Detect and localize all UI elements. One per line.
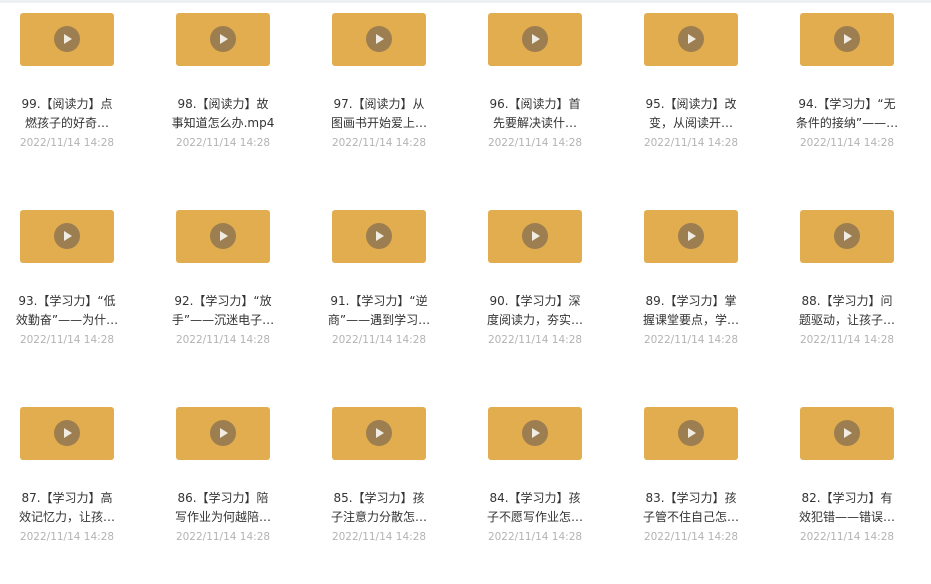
- file-name[interactable]: 93.【学习力】“低 效勤奋”——为什…: [0, 292, 134, 330]
- file-name[interactable]: 90.【学习力】深 度阅读力，夯实…: [468, 292, 602, 330]
- file-date: 2022/11/14 14:28: [19, 334, 115, 346]
- video-thumbnail[interactable]: [800, 210, 894, 263]
- file-date: 2022/11/14 14:28: [175, 334, 271, 346]
- video-file-item[interactable]: 96.【阅读力】首 先要解决读什… 2022/11/14 14:28: [468, 0, 624, 190]
- play-icon[interactable]: [678, 26, 704, 52]
- file-date: 2022/11/14 14:28: [487, 334, 583, 346]
- video-file-item[interactable]: 94.【学习力】“无 条件的接纳”——… 2022/11/14 14:28: [780, 0, 931, 190]
- file-grid: 99.【阅读力】点 燃孩子的好奇… 2022/11/14 14:28 98.【阅读力…: [0, 0, 931, 565]
- file-name[interactable]: 92.【学习力】“放 手”——沉迷电子…: [156, 292, 290, 330]
- video-thumbnail[interactable]: [488, 407, 582, 460]
- file-date: 2022/11/14 14:28: [175, 137, 271, 149]
- video-thumbnail[interactable]: [20, 13, 114, 66]
- play-icon[interactable]: [834, 420, 860, 446]
- video-file-item[interactable]: 95.【阅读力】改 变，从阅读开… 2022/11/14 14:28: [624, 0, 780, 190]
- video-thumbnail[interactable]: [332, 13, 426, 66]
- play-icon[interactable]: [54, 26, 80, 52]
- file-name[interactable]: 88.【学习力】问 题驱动，让孩子…: [780, 292, 914, 330]
- play-icon[interactable]: [834, 26, 860, 52]
- play-icon[interactable]: [366, 26, 392, 52]
- file-name[interactable]: 97.【阅读力】从 图画书开始爱上…: [312, 95, 446, 133]
- file-date: 2022/11/14 14:28: [19, 531, 115, 543]
- play-icon[interactable]: [54, 223, 80, 249]
- video-file-item[interactable]: 84.【学习力】孩 子不愿写作业怎… 2022/11/14 14:28: [468, 394, 624, 584]
- play-icon[interactable]: [210, 223, 236, 249]
- file-name[interactable]: 89.【学习力】掌 握课堂要点，学…: [624, 292, 758, 330]
- video-file-item[interactable]: 89.【学习力】掌 握课堂要点，学… 2022/11/14 14:28: [624, 197, 780, 387]
- file-date: 2022/11/14 14:28: [331, 137, 427, 149]
- play-icon[interactable]: [522, 223, 548, 249]
- file-name[interactable]: 82.【学习力】有 效犯错——错误…: [780, 489, 914, 527]
- video-thumbnail[interactable]: [488, 210, 582, 263]
- video-thumbnail[interactable]: [644, 407, 738, 460]
- play-icon[interactable]: [366, 420, 392, 446]
- video-file-item[interactable]: 90.【学习力】深 度阅读力，夯实… 2022/11/14 14:28: [468, 197, 624, 387]
- file-name[interactable]: 87.【学习力】高 效记忆力，让孩…: [0, 489, 134, 527]
- video-thumbnail[interactable]: [644, 210, 738, 263]
- video-file-item[interactable]: 98.【阅读力】故 事知道怎么办.mp4 2022/11/14 14:28: [156, 0, 312, 190]
- video-file-item[interactable]: 93.【学习力】“低 效勤奋”——为什… 2022/11/14 14:28: [0, 197, 156, 387]
- video-thumbnail[interactable]: [332, 210, 426, 263]
- video-file-item[interactable]: 88.【学习力】问 题驱动，让孩子… 2022/11/14 14:28: [780, 197, 931, 387]
- video-thumbnail[interactable]: [644, 13, 738, 66]
- file-date: 2022/11/14 14:28: [643, 531, 739, 543]
- video-thumbnail[interactable]: [176, 407, 270, 460]
- video-file-item[interactable]: 97.【阅读力】从 图画书开始爱上… 2022/11/14 14:28: [312, 0, 468, 190]
- file-date: 2022/11/14 14:28: [331, 531, 427, 543]
- file-name[interactable]: 91.【学习力】“逆 商”——遇到学习…: [312, 292, 446, 330]
- video-thumbnail[interactable]: [20, 210, 114, 263]
- play-icon[interactable]: [210, 420, 236, 446]
- video-file-item[interactable]: 85.【学习力】孩 子注意力分散怎… 2022/11/14 14:28: [312, 394, 468, 584]
- file-date: 2022/11/14 14:28: [331, 334, 427, 346]
- play-icon[interactable]: [522, 26, 548, 52]
- video-file-item[interactable]: 82.【学习力】有 效犯错——错误… 2022/11/14 14:28: [780, 394, 931, 584]
- play-icon[interactable]: [522, 420, 548, 446]
- video-file-item[interactable]: 99.【阅读力】点 燃孩子的好奇… 2022/11/14 14:28: [0, 0, 156, 190]
- file-name[interactable]: 96.【阅读力】首 先要解决读什…: [468, 95, 602, 133]
- play-icon[interactable]: [834, 223, 860, 249]
- file-name[interactable]: 98.【阅读力】故 事知道怎么办.mp4: [156, 95, 290, 133]
- play-icon[interactable]: [678, 420, 704, 446]
- file-date: 2022/11/14 14:28: [643, 334, 739, 346]
- file-name[interactable]: 85.【学习力】孩 子注意力分散怎…: [312, 489, 446, 527]
- video-thumbnail[interactable]: [800, 407, 894, 460]
- video-thumbnail[interactable]: [176, 210, 270, 263]
- video-thumbnail[interactable]: [20, 407, 114, 460]
- file-name[interactable]: 83.【学习力】孩 子管不住自己怎…: [624, 489, 758, 527]
- video-file-item[interactable]: 83.【学习力】孩 子管不住自己怎… 2022/11/14 14:28: [624, 394, 780, 584]
- file-date: 2022/11/14 14:28: [799, 334, 895, 346]
- video-thumbnail[interactable]: [488, 13, 582, 66]
- video-file-item[interactable]: 91.【学习力】“逆 商”——遇到学习… 2022/11/14 14:28: [312, 197, 468, 387]
- file-name[interactable]: 95.【阅读力】改 变，从阅读开…: [624, 95, 758, 133]
- file-date: 2022/11/14 14:28: [19, 137, 115, 149]
- file-name[interactable]: 86.【学习力】陪 写作业为何越陪…: [156, 489, 290, 527]
- file-name[interactable]: 94.【学习力】“无 条件的接纳”——…: [780, 95, 914, 133]
- file-date: 2022/11/14 14:28: [799, 531, 895, 543]
- file-name[interactable]: 99.【阅读力】点 燃孩子的好奇…: [0, 95, 134, 133]
- video-file-item[interactable]: 87.【学习力】高 效记忆力，让孩… 2022/11/14 14:28: [0, 394, 156, 584]
- file-date: 2022/11/14 14:28: [487, 137, 583, 149]
- file-date: 2022/11/14 14:28: [175, 531, 271, 543]
- play-icon[interactable]: [54, 420, 80, 446]
- file-date: 2022/11/14 14:28: [487, 531, 583, 543]
- play-icon[interactable]: [678, 223, 704, 249]
- file-name[interactable]: 84.【学习力】孩 子不愿写作业怎…: [468, 489, 602, 527]
- video-file-item[interactable]: 86.【学习力】陪 写作业为何越陪… 2022/11/14 14:28: [156, 394, 312, 584]
- video-thumbnail[interactable]: [332, 407, 426, 460]
- play-icon[interactable]: [210, 26, 236, 52]
- file-date: 2022/11/14 14:28: [799, 137, 895, 149]
- play-icon[interactable]: [366, 223, 392, 249]
- video-thumbnail[interactable]: [176, 13, 270, 66]
- file-date: 2022/11/14 14:28: [643, 137, 739, 149]
- video-thumbnail[interactable]: [800, 13, 894, 66]
- video-file-item[interactable]: 92.【学习力】“放 手”——沉迷电子… 2022/11/14 14:28: [156, 197, 312, 387]
